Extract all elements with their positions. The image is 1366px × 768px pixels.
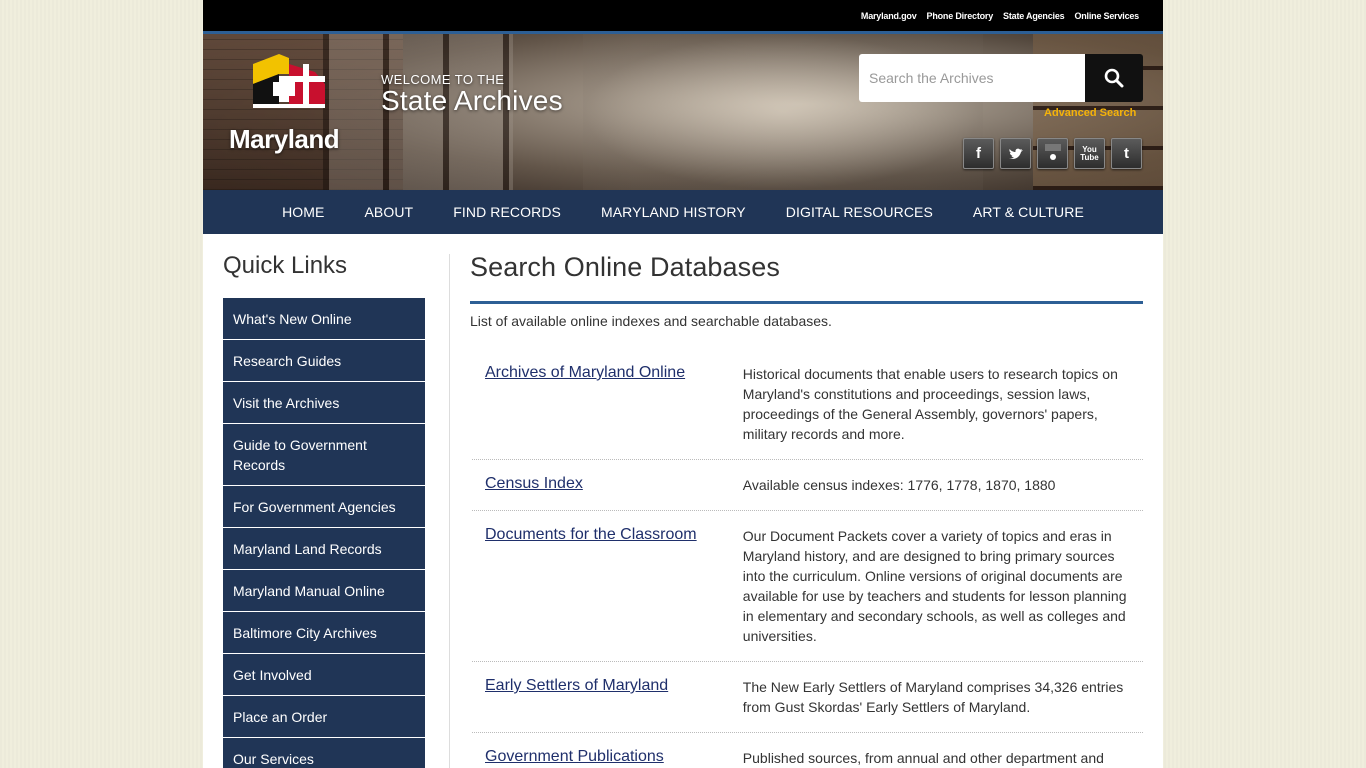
database-row: Early Settlers of Maryland The New Early…: [472, 662, 1143, 733]
database-row: Government Publications Published source…: [472, 733, 1143, 768]
column-divider: [449, 254, 450, 768]
quick-links-list: What's New Online Research Guides Visit …: [223, 298, 425, 768]
twitter-icon[interactable]: [1000, 138, 1031, 169]
tumblr-icon[interactable]: t: [1111, 138, 1142, 169]
quick-link-baltimore-city[interactable]: Baltimore City Archives: [223, 612, 425, 654]
social-links: f You Tube t: [963, 138, 1142, 169]
online-services-link[interactable]: Online Services: [1074, 11, 1139, 21]
search-button[interactable]: [1085, 54, 1143, 102]
page-title: Search Online Databases: [470, 252, 1143, 304]
phone-directory-link[interactable]: Phone Directory: [927, 11, 994, 21]
site-search: [859, 54, 1143, 102]
maryland-flag-icon: [253, 54, 325, 108]
facebook-icon[interactable]: f: [963, 138, 994, 169]
nav-find-records[interactable]: FIND RECORDS: [433, 204, 581, 220]
search-icon: [1104, 68, 1124, 88]
header-banner: Maryland WELCOME TO THE State Archives A…: [203, 34, 1163, 190]
database-row: Documents for the Classroom Our Document…: [472, 511, 1143, 662]
main-navigation: HOME ABOUT FIND RECORDS MARYLAND HISTORY…: [203, 190, 1163, 234]
database-description: Published sources, from annual and other…: [742, 750, 1104, 766]
state-archives-title: State Archives: [381, 85, 563, 116]
nav-art-culture[interactable]: ART & CULTURE: [953, 204, 1104, 220]
database-link[interactable]: Census Index: [485, 475, 583, 492]
page: Maryland.gov Phone Directory State Agenc…: [203, 0, 1163, 768]
quick-link-our-services[interactable]: Our Services: [223, 738, 425, 768]
utility-bar: Maryland.gov Phone Directory State Agenc…: [203, 0, 1163, 34]
database-description: The New Early Settlers of Maryland compr…: [742, 679, 1124, 715]
database-description: Our Document Packets cover a variety of …: [742, 528, 1127, 644]
nav-digital-resources[interactable]: DIGITAL RESOURCES: [766, 204, 953, 220]
database-description: Available census indexes: 1776, 1778, 18…: [742, 477, 1056, 493]
state-agencies-link[interactable]: State Agencies: [1003, 11, 1065, 21]
maryland-gov-link[interactable]: Maryland.gov: [861, 11, 917, 21]
database-link[interactable]: Government Publications: [485, 748, 664, 765]
quick-link-land-records[interactable]: Maryland Land Records: [223, 528, 425, 570]
logo-wordmark: Maryland: [229, 124, 340, 154]
quick-link-manual-online[interactable]: Maryland Manual Online: [223, 570, 425, 612]
quick-link-whats-new[interactable]: What's New Online: [223, 298, 425, 340]
quick-link-guide-gov-records[interactable]: Guide to Government Records: [223, 424, 425, 486]
quick-links-title: Quick Links: [223, 252, 348, 279]
database-description: Historical documents that enable users t…: [742, 366, 1118, 442]
database-link[interactable]: Early Settlers of Maryland: [485, 677, 668, 694]
quick-link-get-involved[interactable]: Get Involved: [223, 654, 425, 696]
intro-text: List of available online indexes and sea…: [470, 313, 832, 329]
nav-about[interactable]: ABOUT: [344, 204, 433, 220]
main-content: Search Online Databases List of availabl…: [470, 252, 1143, 768]
site-title: WELCOME TO THE State Archives: [381, 72, 563, 115]
quick-link-place-order[interactable]: Place an Order: [223, 696, 425, 738]
database-link[interactable]: Documents for the Classroom: [485, 526, 697, 543]
quick-link-visit[interactable]: Visit the Archives: [223, 382, 425, 424]
database-link[interactable]: Archives of Maryland Online: [485, 364, 685, 381]
quick-links-sidebar: Quick Links What's New Online Research G…: [223, 252, 425, 768]
quick-link-gov-agencies[interactable]: For Government Agencies: [223, 486, 425, 528]
nav-maryland-history[interactable]: MARYLAND HISTORY: [581, 204, 766, 220]
advanced-search-link[interactable]: Advanced Search: [1044, 107, 1136, 119]
nav-home[interactable]: HOME: [262, 204, 344, 220]
database-row: Census Index Available census indexes: 1…: [472, 460, 1143, 511]
flickr-icon[interactable]: [1037, 138, 1068, 169]
quick-link-research-guides[interactable]: Research Guides: [223, 340, 425, 382]
youtube-icon[interactable]: You Tube: [1074, 138, 1105, 169]
database-row: Archives of Maryland Online Historical d…: [472, 349, 1143, 460]
search-input[interactable]: [859, 54, 1085, 102]
maryland-logo[interactable]: Maryland: [229, 54, 349, 154]
